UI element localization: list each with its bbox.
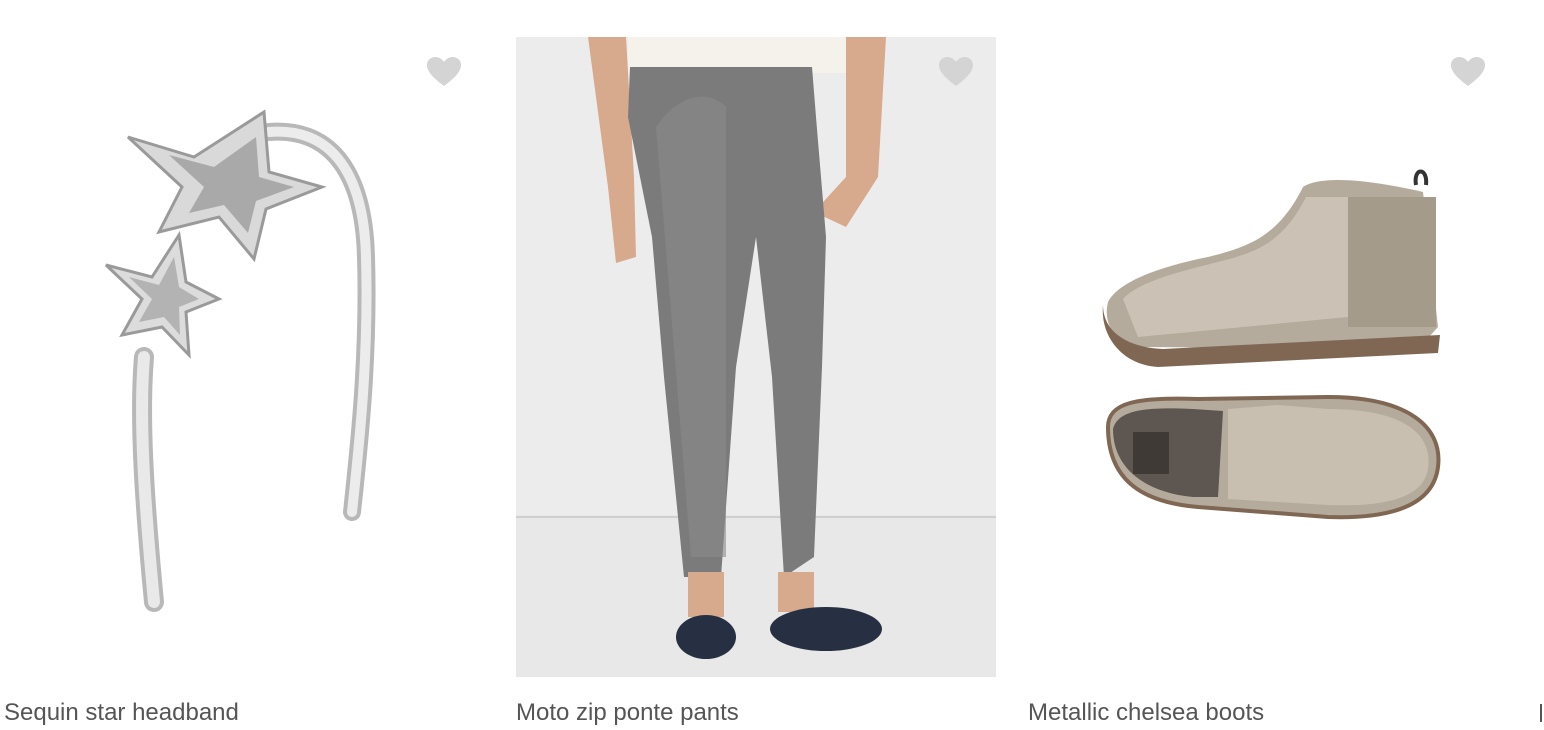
product-title[interactable]: Sequin star headband bbox=[4, 699, 239, 727]
product-card[interactable]: Metallic chelsea boots bbox=[1024, 0, 1514, 730]
favorite-button[interactable] bbox=[938, 56, 974, 88]
product-image-headband[interactable] bbox=[4, 37, 484, 677]
heart-icon bbox=[1451, 57, 1485, 86]
product-image-pants[interactable] bbox=[516, 37, 996, 677]
product-image-boots[interactable] bbox=[1028, 37, 1508, 677]
product-card[interactable]: Sequin star headband bbox=[0, 0, 490, 730]
product-card[interactable]: Moto zip ponte pants bbox=[512, 0, 1002, 730]
product-title[interactable]: Metallic chelsea boots bbox=[1028, 699, 1264, 727]
heart-icon bbox=[427, 57, 461, 86]
favorite-button[interactable] bbox=[1450, 56, 1486, 88]
heart-icon bbox=[939, 57, 973, 86]
product-title[interactable]: Moto zip ponte pants bbox=[516, 699, 739, 727]
partial-title-mark bbox=[1540, 704, 1542, 722]
product-card-partial[interactable] bbox=[1536, 0, 1544, 730]
favorite-button[interactable] bbox=[426, 56, 462, 88]
product-grid: Sequin star headband Moto zip ponte pant… bbox=[0, 0, 1544, 730]
